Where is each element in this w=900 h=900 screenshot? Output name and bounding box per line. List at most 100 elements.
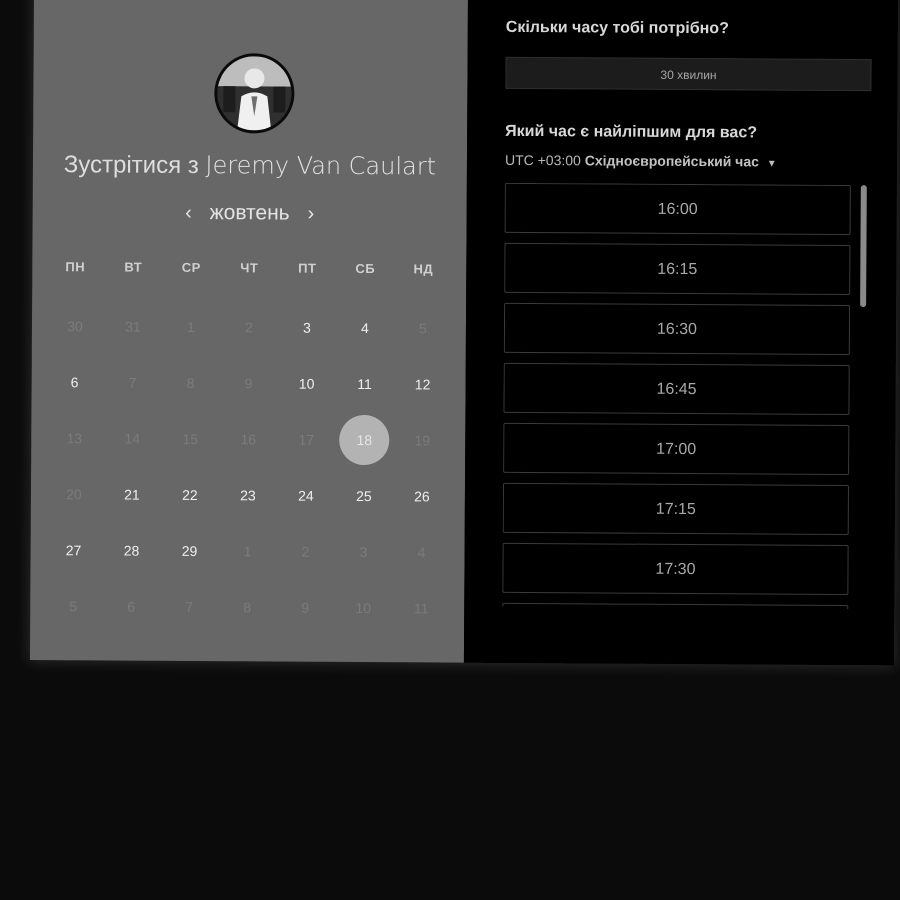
calendar-day-number: 10 <box>298 375 315 392</box>
prev-month-icon[interactable]: ‹ <box>173 202 204 225</box>
calendar-day-number: 26 <box>414 488 430 505</box>
calendar-day: 19 <box>393 412 451 468</box>
calendar-day: 13 <box>45 410 103 466</box>
calendar-day-number: 27 <box>65 542 82 559</box>
scrollbar-thumb[interactable] <box>860 185 867 308</box>
calendar-day-number: 3 <box>302 319 311 336</box>
weekday-label: ВТ <box>124 259 143 275</box>
timezone-selector[interactable]: UTC +03:00 Східноєвропейський час ▼ <box>505 152 777 170</box>
calendar-day-number: 15 <box>182 430 199 448</box>
calendar-day[interactable]: 23 <box>219 467 277 523</box>
calendar-day[interactable]: 25 <box>335 468 393 524</box>
time-slot-button[interactable] <box>502 602 849 609</box>
weekday-header: ПН ВТ СР ЧТ ПТ СБ НД <box>46 259 452 276</box>
calendar-day[interactable]: 29 <box>160 523 218 579</box>
calendar-day-number: 2 <box>245 319 253 336</box>
slot-list-scrollbar[interactable] <box>858 185 867 609</box>
calendar-day-number: 24 <box>298 487 314 504</box>
time-slot-button[interactable]: 17:00 <box>503 422 850 475</box>
calendar-day: 15 <box>161 411 219 467</box>
calendar-day: 8 <box>218 579 276 635</box>
duration-select-button[interactable]: 30 хвилин <box>505 56 872 92</box>
time-slot-button[interactable]: 16:15 <box>504 242 851 295</box>
calendar-day-number: 5 <box>418 320 427 337</box>
calendar-day[interactable]: 24 <box>277 467 335 523</box>
weekday-label: ПН <box>65 259 86 275</box>
calendar-day: 2 <box>276 523 334 579</box>
calendar-day[interactable]: 3 <box>278 299 336 355</box>
meet-title-prefix: Зустрітися з <box>63 151 199 180</box>
calendar-day-number: 14 <box>124 430 141 447</box>
calendar-day-number: 1 <box>243 543 252 560</box>
calendar-day-number: 12 <box>414 376 431 393</box>
host-name: Jeremy Van Caulart <box>205 151 437 181</box>
calendar-days-grid: 30 31 1 2 3 4 5 6 7 8 9 10 11 12 13 14 15 16 17 18 19 20 21 22 2… <box>44 298 452 636</box>
calendar-day-number: 21 <box>124 486 140 503</box>
next-month-icon[interactable]: › <box>295 203 326 226</box>
calendar-day[interactable]: 28 <box>102 522 160 578</box>
time-slot-button[interactable]: 16:45 <box>503 362 850 415</box>
calendar-day-number: 9 <box>301 599 310 616</box>
calendar-day-number: 3 <box>359 544 368 561</box>
calendar-day: 9 <box>219 355 277 411</box>
weekday-label: СБ <box>355 260 376 277</box>
calendar-day: 30 <box>46 298 104 354</box>
calendar-day-number: 20 <box>66 486 82 503</box>
calendar-day: 8 <box>161 355 219 411</box>
calendar-day[interactable]: 6 <box>45 354 103 410</box>
calendar-day-number: 11 <box>413 600 429 617</box>
calendar-day: 14 <box>103 410 161 466</box>
calendar-day[interactable]: 26 <box>393 468 451 524</box>
time-slot-button[interactable]: 17:30 <box>502 542 849 595</box>
calendar-day-number: 13 <box>66 430 83 447</box>
calendar-day-number: 6 <box>70 374 79 391</box>
calendar-day-number: 31 <box>125 318 141 335</box>
calendar-day[interactable]: 4 <box>336 300 394 356</box>
calendar-day-selected[interactable]: 18 <box>335 412 393 468</box>
calendar-day-number: 7 <box>128 374 137 391</box>
calendar-day-number: 4 <box>360 320 369 337</box>
time-slot-list: 16:00 16:15 16:30 16:45 17:00 17:15 17:3… <box>502 182 853 609</box>
calendar-day: 3 <box>334 524 392 580</box>
weekday-label: НД <box>413 261 434 277</box>
weekday-label: СР <box>181 259 201 276</box>
calendar-day[interactable]: 10 <box>277 355 335 411</box>
calendar-day: 11 <box>392 580 450 636</box>
calendar-day[interactable]: 27 <box>44 522 102 578</box>
calendar-day-number: 18 <box>356 431 373 449</box>
weekday-label: ЧТ <box>240 260 259 276</box>
calendar-day: 7 <box>103 354 161 410</box>
calendar-day: 5 <box>394 300 452 356</box>
calendar-day[interactable]: 22 <box>161 467 219 523</box>
calendar-day: 2 <box>220 299 278 355</box>
calendar-day: 5 <box>44 578 102 634</box>
time-slot-button[interactable]: 16:00 <box>504 182 851 235</box>
calendar-day-number: 2 <box>301 543 310 560</box>
calendar-day-number: 7 <box>185 598 194 615</box>
meet-title: Зустрітися з Jeremy Van Caulart <box>33 150 467 182</box>
chevron-down-icon: ▼ <box>766 158 777 170</box>
calendar-day: 10 <box>334 580 392 636</box>
calendar-day: 31 <box>104 298 162 354</box>
month-label: жовтень <box>209 201 290 226</box>
calendar-day[interactable]: 12 <box>393 356 451 412</box>
calendar-day-number: 10 <box>355 599 372 617</box>
time-slot-button[interactable]: 16:30 <box>503 302 851 355</box>
calendar-day-number: 5 <box>69 598 78 615</box>
calendar-day-number: 6 <box>127 598 136 615</box>
calendar-day: 4 <box>392 524 450 580</box>
calendar-day-number: 23 <box>240 487 256 504</box>
calendar-panel: Зустрітися з Jeremy Van Caulart ‹ жовтен… <box>29 0 468 663</box>
host-avatar <box>214 53 295 134</box>
time-slot-button[interactable]: 17:15 <box>502 482 850 535</box>
calendar-day: 1 <box>162 299 220 355</box>
calendar-day-number: 8 <box>186 374 195 391</box>
calendar-day[interactable]: 21 <box>103 466 161 522</box>
timezone-name: Східноєвропейський час <box>584 152 759 170</box>
month-navigation: ‹ жовтень › <box>33 200 467 227</box>
host-photo-icon <box>217 56 292 131</box>
calendar-day: 6 <box>102 578 160 634</box>
calendar-day-number: 30 <box>67 318 83 335</box>
calendar-day[interactable]: 11 <box>335 356 393 412</box>
calendar-day: 16 <box>219 411 277 467</box>
